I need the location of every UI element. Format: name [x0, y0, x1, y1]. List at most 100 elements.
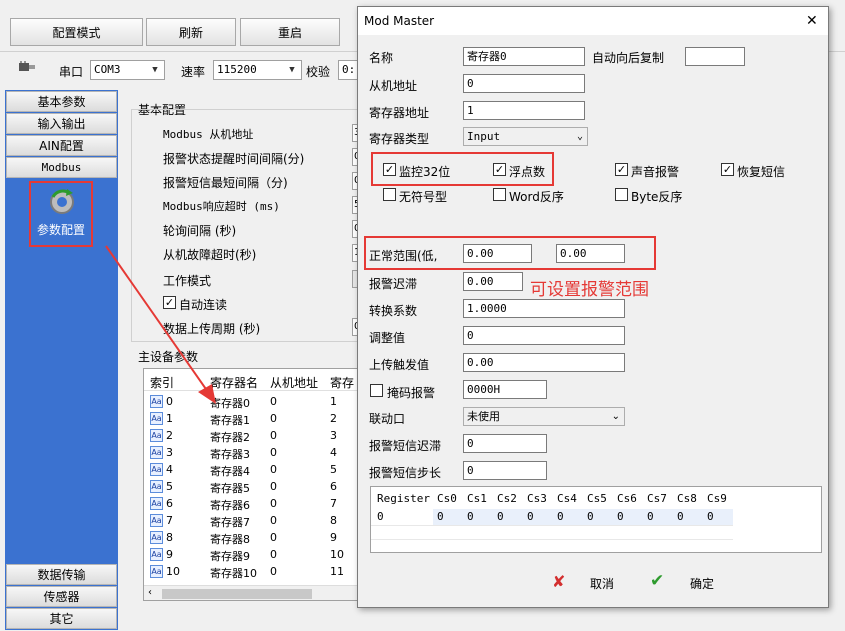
- cs-cell: 0: [433, 509, 463, 525]
- mask-alarm-checkbox[interactable]: [370, 384, 383, 397]
- nav-basic-params[interactable]: 基本参数: [6, 91, 117, 112]
- row-type-icon: Aa: [150, 429, 163, 442]
- reg-addr-input[interactable]: 1: [463, 101, 585, 120]
- nav-io[interactable]: 输入输出: [6, 113, 117, 134]
- ok-button[interactable]: ✔ 确定: [650, 571, 720, 594]
- connect-icon[interactable]: [18, 60, 36, 74]
- unsigned-checkbox[interactable]: [383, 188, 396, 201]
- sms-delay-input[interactable]: 0: [463, 434, 547, 453]
- nav-ain-config[interactable]: AIN配置: [6, 135, 117, 156]
- sound-alarm-label: 声音报警: [631, 165, 680, 179]
- cs-cell: 0: [673, 509, 703, 525]
- nav-param-config-label: 参数配置: [37, 223, 86, 237]
- scroll-left-icon[interactable]: ‹: [148, 587, 152, 598]
- adjust-label: 调整值: [369, 331, 406, 345]
- cs-header-cell[interactable]: Cs6: [617, 492, 637, 505]
- table-row[interactable]: Aa 2 寄存器2 0 3: [144, 427, 362, 444]
- reg-type-select[interactable]: Input ⌄: [463, 127, 588, 146]
- table-row[interactable]: Aa 1 寄存器1 0 2: [144, 410, 362, 427]
- table-row[interactable]: Aa 10 寄存器10 0 11: [144, 563, 362, 580]
- table-row[interactable]: Aa 8 寄存器8 0 9: [144, 529, 362, 546]
- cs-header-cell[interactable]: Cs4: [557, 492, 577, 505]
- port-select[interactable]: COM3 ▼: [90, 60, 165, 80]
- table-row[interactable]: Aa 4 寄存器4 0 5: [144, 461, 362, 478]
- restore-sms-label: 恢复短信: [737, 165, 786, 179]
- table-cell: 0: [270, 565, 277, 578]
- table-cell: 寄存器10: [210, 567, 257, 580]
- upload-trigger-input[interactable]: 0.00: [463, 353, 625, 372]
- restart-button[interactable]: 重启: [240, 18, 340, 46]
- port-label: 串口: [59, 65, 84, 79]
- table-cell: 0: [270, 463, 277, 476]
- nav-data-transfer[interactable]: 数据传输: [6, 564, 117, 585]
- cs-header-cell[interactable]: Cs1: [467, 492, 487, 505]
- cs-header-cell[interactable]: Cs9: [707, 492, 727, 505]
- adjust-input[interactable]: 0: [463, 326, 625, 345]
- nav-other[interactable]: 其它: [6, 608, 117, 629]
- cs-header-cell[interactable]: Cs0: [437, 492, 457, 505]
- cs-table-header: Register Cs0 Cs1 Cs2 Cs3 Cs4 Cs5 Cs6 Cs7 Cs8 Cs9: [371, 487, 821, 509]
- cs-header-cell[interactable]: Register: [377, 492, 430, 505]
- word-reverse-checkbox[interactable]: [493, 188, 506, 201]
- row-type-icon: Aa: [150, 514, 163, 527]
- sound-alarm-checkbox[interactable]: ✓: [615, 163, 628, 176]
- rate-select[interactable]: 115200 ▼: [213, 60, 302, 80]
- grid-header-reg[interactable]: 寄存: [330, 374, 354, 391]
- table-cell: 8: [330, 514, 337, 527]
- row-type-icon: Aa: [150, 548, 163, 561]
- table-cell: 寄存器3: [210, 448, 250, 461]
- cs-cell: 0: [377, 510, 384, 523]
- table-cell: 寄存器4: [210, 465, 250, 478]
- cs-header-cell[interactable]: Cs2: [497, 492, 517, 505]
- rate-label: 速率: [181, 65, 206, 79]
- table-row[interactable]: Aa 3 寄存器3 0 4: [144, 444, 362, 461]
- alarm-delay-value: 0.00: [467, 275, 494, 288]
- row-modbus-slave-addr: Modbus 从机地址: [163, 128, 254, 141]
- row-sms-min-interval: 报警短信最短间隔（分): [163, 176, 288, 190]
- table-row[interactable]: Aa 9 寄存器9 0 10: [144, 546, 362, 563]
- cancel-button[interactable]: ✘ 取消: [550, 572, 620, 594]
- linkage-select[interactable]: 未使用 ⌄: [463, 407, 625, 426]
- scroll-thumb[interactable]: [162, 589, 312, 599]
- grid-body: Aa 0 寄存器0 0 1 Aa 1 寄存器1 0 2 Aa 2 寄存器2 0 3 Aa 3 寄存器3 0 4 Aa 4 寄…: [144, 393, 362, 583]
- table-row[interactable]: Aa 5 寄存器5 0 6: [144, 478, 362, 495]
- chevron-down-icon: ⌄: [576, 131, 583, 142]
- table-cell: 10: [166, 565, 180, 578]
- slave-addr-input[interactable]: 0: [463, 74, 585, 93]
- table-cell: 9: [166, 548, 173, 561]
- table-row[interactable]: Aa 6 寄存器6 0 7: [144, 495, 362, 512]
- annotation-arrow: [105, 245, 216, 404]
- conv-factor-input[interactable]: 1.0000: [463, 299, 625, 318]
- nav-param-config[interactable]: 参数配置: [29, 181, 93, 247]
- ok-icon: ✔: [650, 571, 665, 591]
- reg-addr-label: 寄存器地址: [369, 106, 430, 120]
- close-icon[interactable]: ✕: [806, 13, 818, 29]
- cs-table-row[interactable]: 00000000000: [371, 509, 733, 525]
- nav-sensor[interactable]: 传感器: [6, 586, 117, 607]
- alarm-delay-label: 报警迟滞: [369, 277, 418, 291]
- cs-header-cell[interactable]: Cs5: [587, 492, 607, 505]
- cs-header-cell[interactable]: Cs7: [647, 492, 667, 505]
- chevron-down-icon: ▼: [289, 65, 295, 75]
- cs-header-cell[interactable]: Cs8: [677, 492, 697, 505]
- mask-input[interactable]: 0000H: [463, 380, 547, 399]
- grid-hscrollbar[interactable]: ‹: [144, 585, 362, 600]
- byte-reverse-checkbox[interactable]: [615, 188, 628, 201]
- nav-modbus[interactable]: Modbus: [6, 157, 117, 178]
- alarm-delay-input[interactable]: 0.00: [463, 272, 523, 291]
- refresh-button[interactable]: 刷新: [146, 18, 236, 46]
- cs-header-cell[interactable]: Cs3: [527, 492, 547, 505]
- table-row[interactable]: Aa 7 寄存器7 0 8: [144, 512, 362, 529]
- table-cell: 寄存器9: [210, 550, 250, 563]
- sms-delay-value: 0: [467, 437, 474, 450]
- table-cell: 4: [330, 446, 337, 459]
- table-cell: 1: [330, 395, 337, 408]
- restore-sms-checkbox[interactable]: ✓: [721, 163, 734, 176]
- name-input[interactable]: 寄存器0: [463, 47, 585, 66]
- auto-copy-input[interactable]: [685, 47, 745, 66]
- grid-header-slave-addr[interactable]: 从机地址: [270, 374, 318, 391]
- sms-step-input[interactable]: 0: [463, 461, 547, 480]
- config-mode-button[interactable]: 配置模式: [10, 18, 143, 46]
- adjust-value: 0: [467, 329, 474, 342]
- byte-reverse-label: Byte反序: [631, 190, 683, 204]
